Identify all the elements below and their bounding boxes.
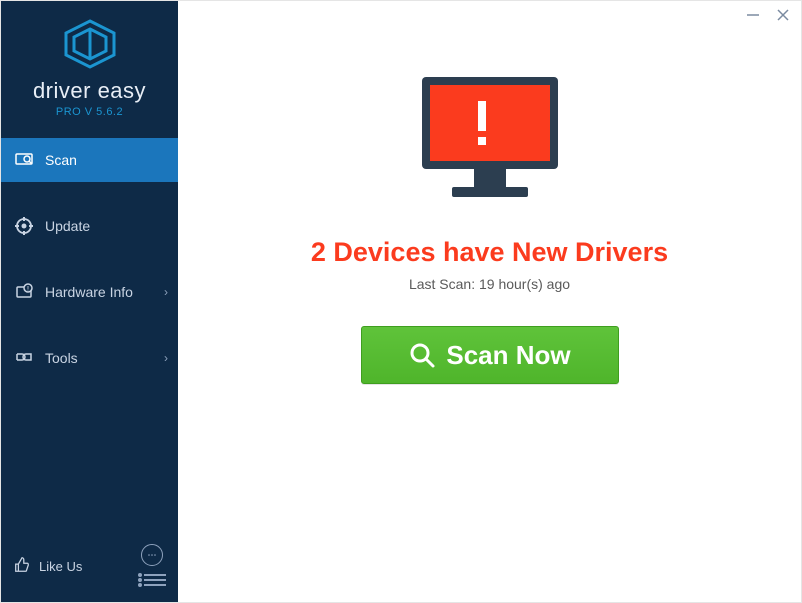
brand-thin: easy: [91, 78, 146, 103]
window-controls: [745, 7, 791, 23]
sidebar-item-tools[interactable]: Tools ›: [1, 336, 178, 380]
chevron-right-icon: ›: [164, 351, 168, 365]
status-headline: 2 Devices have New Drivers: [311, 237, 668, 268]
app-window: driver easy PRO V 5.6.2 Scan Update !: [0, 0, 802, 603]
hardware-info-icon: !: [13, 281, 35, 303]
sidebar-item-update[interactable]: Update: [1, 204, 178, 248]
close-button[interactable]: [775, 7, 791, 23]
scan-now-button[interactable]: Scan Now: [361, 326, 619, 384]
like-us-button[interactable]: Like Us: [13, 556, 82, 577]
menu-list-icon[interactable]: [138, 574, 166, 588]
version-label: PRO V 5.6.2: [1, 106, 178, 118]
thumbs-up-icon: [13, 556, 31, 577]
like-us-label: Like Us: [39, 559, 82, 574]
app-logo-icon: [62, 19, 118, 69]
svg-text:!: !: [27, 287, 29, 293]
brand-name: driver easy: [1, 78, 178, 104]
sidebar-nav: Scan Update ! Hardware Info › Tools: [1, 138, 178, 402]
scan-icon: [13, 149, 35, 171]
sidebar-item-label: Update: [45, 218, 90, 234]
sidebar-item-scan[interactable]: Scan: [1, 138, 178, 182]
sidebar-item-label: Scan: [45, 152, 77, 168]
sidebar: driver easy PRO V 5.6.2 Scan Update !: [1, 1, 178, 602]
brand-bold: driver: [33, 78, 91, 103]
tools-icon: [13, 347, 35, 369]
logo-block: driver easy PRO V 5.6.2: [1, 1, 178, 126]
sidebar-bottom: Like Us: [1, 534, 178, 602]
last-scan-label: Last Scan: 19 hour(s) ago: [409, 276, 570, 292]
monitor-alert-icon: [410, 71, 570, 211]
chevron-right-icon: ›: [164, 285, 168, 299]
sidebar-item-label: Tools: [45, 350, 78, 366]
minimize-button[interactable]: [745, 7, 761, 23]
feedback-icon[interactable]: [141, 544, 163, 566]
main-panel: 2 Devices have New Drivers Last Scan: 19…: [178, 1, 801, 602]
sidebar-utility-icons: [138, 544, 166, 588]
scan-now-label: Scan Now: [446, 340, 570, 371]
search-icon: [408, 341, 436, 369]
sidebar-item-label: Hardware Info: [45, 284, 133, 300]
update-icon: [13, 215, 35, 237]
sidebar-item-hardware-info[interactable]: ! Hardware Info ›: [1, 270, 178, 314]
